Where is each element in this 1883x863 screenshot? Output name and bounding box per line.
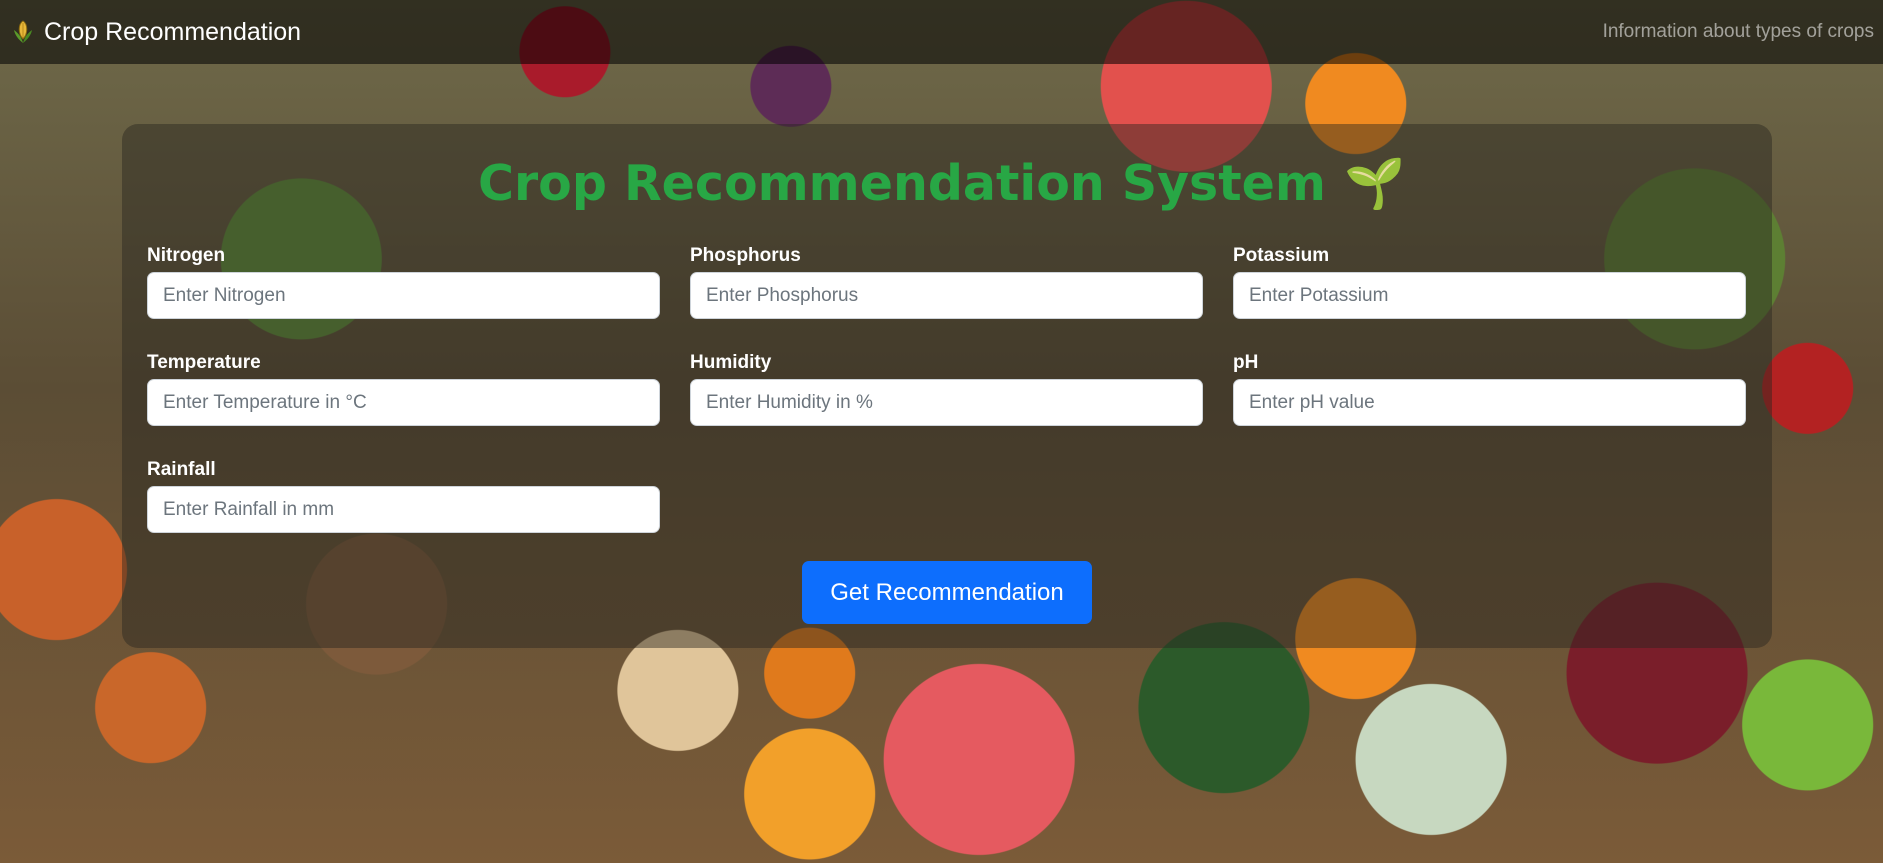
potassium-label: Potassium <box>1233 245 1330 266</box>
nitrogen-input[interactable] <box>147 272 660 319</box>
humidity-group: Humidity <box>690 352 1203 426</box>
nitrogen-group: Nitrogen <box>147 245 660 319</box>
humidity-label: Humidity <box>690 352 772 373</box>
brand-title: Crop Recommendation <box>44 17 302 46</box>
rainfall-label: Rainfall <box>147 459 216 480</box>
phosphorus-group: Phosphorus <box>690 245 1203 319</box>
navbar: Crop Recommendation Information about ty… <box>0 0 1883 64</box>
corn-icon <box>12 19 34 45</box>
ph-label: pH <box>1233 352 1259 373</box>
brand-link[interactable]: Crop Recommendation <box>12 18 301 47</box>
potassium-group: Potassium <box>1233 245 1746 319</box>
rainfall-input[interactable] <box>147 486 660 533</box>
sprout-icon: 🌱 <box>1343 155 1405 212</box>
temperature-input[interactable] <box>147 379 660 426</box>
get-recommendation-button[interactable]: Get Recommendation <box>802 561 1092 624</box>
page-title: Crop Recommendation System 🌱 <box>0 155 1883 212</box>
ph-input[interactable] <box>1233 379 1746 426</box>
nitrogen-label: Nitrogen <box>147 245 226 266</box>
rainfall-group: Rainfall <box>147 459 660 533</box>
ph-group: pH <box>1233 352 1746 426</box>
page-title-text: Crop Recommendation System <box>478 155 1326 212</box>
temperature-group: Temperature <box>147 352 660 426</box>
phosphorus-label: Phosphorus <box>690 245 801 266</box>
crop-info-link[interactable]: Information about types of crops <box>1603 21 1874 43</box>
temperature-label: Temperature <box>147 352 261 373</box>
potassium-input[interactable] <box>1233 272 1746 319</box>
phosphorus-input[interactable] <box>690 272 1203 319</box>
humidity-input[interactable] <box>690 379 1203 426</box>
